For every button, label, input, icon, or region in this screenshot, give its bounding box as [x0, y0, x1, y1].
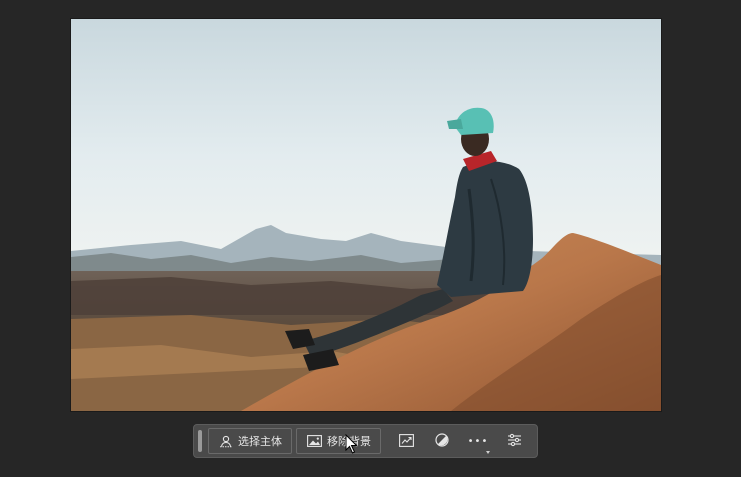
- drag-handle[interactable]: [198, 430, 202, 452]
- remove-background-button[interactable]: 移除背景: [296, 428, 381, 454]
- transform-icon: [398, 432, 414, 451]
- desert-photo-graphic: [71, 19, 661, 411]
- more-options-button[interactable]: •••: [463, 428, 493, 454]
- select-subject-button[interactable]: 选择主体: [208, 428, 292, 454]
- half-circle-adjustment-icon: [435, 432, 449, 451]
- person-select-icon: [219, 434, 233, 448]
- image-icon: [307, 435, 322, 447]
- sliders-icon: [507, 432, 522, 451]
- chevron-down-icon: [486, 451, 490, 454]
- transform-button[interactable]: [391, 428, 421, 454]
- photo-image[interactable]: [71, 19, 661, 411]
- more-dots-icon: •••: [467, 435, 489, 447]
- remove-background-label: 移除背景: [327, 435, 371, 448]
- settings-button[interactable]: [499, 428, 529, 454]
- contextual-task-bar: 选择主体 移除背景 •••: [193, 424, 538, 458]
- adjustment-button[interactable]: [427, 428, 457, 454]
- select-subject-label: 选择主体: [238, 435, 282, 448]
- document-canvas: [0, 0, 741, 477]
